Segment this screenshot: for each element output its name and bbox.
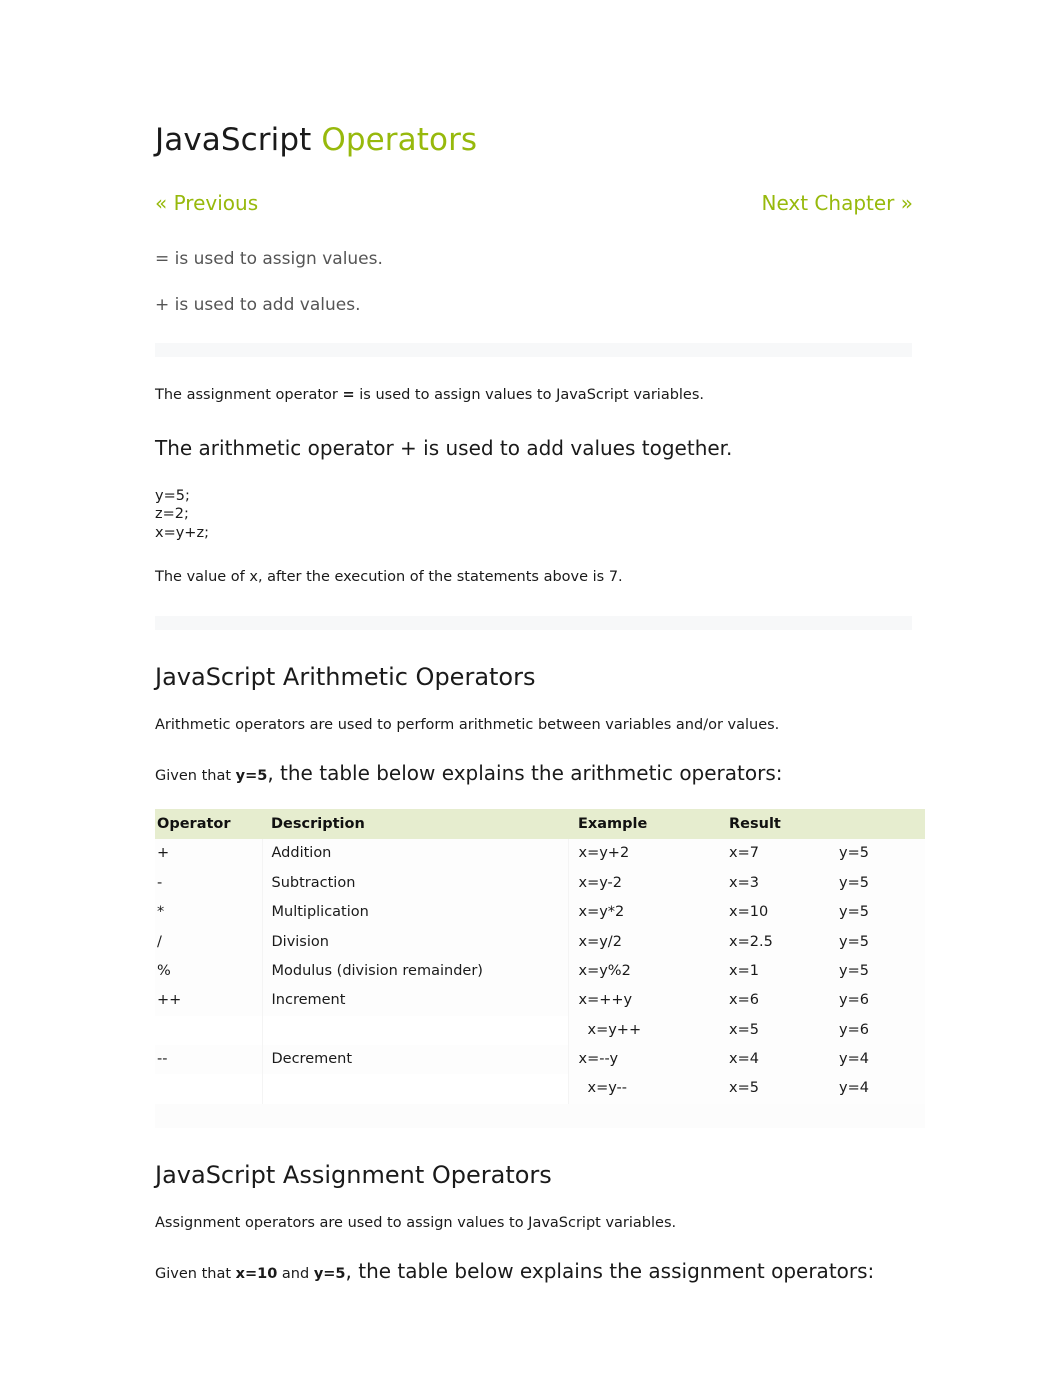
intro-line-assign: = is used to assign values. [155, 249, 383, 270]
cell-description: Subtraction [262, 868, 569, 899]
cell-example: x=y++ [568, 1015, 720, 1046]
cell-operator: * [155, 898, 263, 928]
table-row: / Division x=y/2 x=2.5 y=5 [155, 927, 925, 957]
cell-result: x=10 [720, 898, 830, 928]
cell-operator [155, 1015, 263, 1046]
table-row: x=y-- x=5 y=4 [155, 1074, 925, 1104]
code-sample: y=5; z=2; x=y+z; [155, 488, 209, 541]
assignment-section-lead: Assignment operators are used to assign … [155, 1214, 677, 1231]
assignment-given-conjunction: and [277, 1265, 314, 1282]
arithmetic-given-value: y=5 [235, 768, 268, 785]
column-header-result-extra [830, 809, 925, 840]
cell-result-extra: y=4 [830, 1074, 925, 1104]
next-chapter-link[interactable]: Next Chapter » [761, 188, 913, 218]
cell-description: Addition [262, 839, 569, 869]
document-content: JavaScript Operators « Previous Next Cha… [155, 0, 925, 1285]
cell-description: Modulus (division remainder) [262, 956, 569, 987]
cell-result: x=4 [720, 1045, 830, 1075]
cell-description [262, 1015, 569, 1046]
cell-operator: + [155, 839, 263, 869]
table-header-row: Operator Description Example Result [155, 809, 925, 840]
cell-result-extra: y=4 [830, 1045, 925, 1075]
table-head: Operator Description Example Result [155, 809, 925, 840]
code-result-note: The value of x, after the execution of t… [155, 569, 623, 586]
cell-example: x=y-2 [568, 868, 720, 899]
table-row: -- Decrement x=--y x=4 y=4 [155, 1045, 925, 1075]
cell-operator: ++ [155, 986, 263, 1016]
arithmetic-section-lead: Arithmetic operators are used to perform… [155, 717, 780, 734]
table-row: ++ Increment x=++y x=6 y=6 [155, 986, 925, 1016]
cell-description: Multiplication [262, 898, 569, 928]
assignment-intro-symbol: = [342, 387, 355, 404]
assignment-given-value-y: y=5 [313, 1265, 346, 1282]
column-header-example: Example [568, 809, 720, 840]
cell-result-extra: y=5 [830, 898, 925, 928]
cell-result-extra: y=5 [830, 927, 925, 957]
cell-result: x=2.5 [720, 927, 830, 957]
cell-result: x=5 [720, 1074, 830, 1104]
cell-description [262, 1074, 569, 1104]
table-row: * Multiplication x=y*2 x=10 y=5 [155, 898, 925, 928]
cell-example: x=y+2 [568, 839, 720, 869]
assignment-intro-before: The assignment operator [155, 387, 343, 404]
page-title-accent: Operators [321, 122, 478, 158]
cell-example: x=y%2 [568, 956, 720, 987]
column-header-description: Description [262, 809, 568, 840]
cell-description: Increment [262, 986, 569, 1016]
cell-result: x=7 [720, 839, 830, 869]
previous-chapter-link[interactable]: « Previous [155, 188, 258, 218]
cell-operator [155, 1074, 263, 1104]
table-row: x=y++ x=5 y=6 [155, 1015, 925, 1046]
section-divider-band-1 [155, 343, 912, 358]
arithmetic-operator-subheading: The arithmetic operator + is used to add… [155, 436, 733, 461]
arithmetic-operators-table: Operator Description Example Result + Add… [155, 809, 926, 1104]
cell-example: x=y/2 [568, 927, 720, 957]
assignment-intro-after: is used to assign values to JavaScript v… [354, 387, 705, 404]
arithmetic-given-prefix: Given that [155, 768, 236, 785]
assignment-given-value-x: x=10 [235, 1265, 278, 1282]
cell-result-extra: y=5 [830, 839, 925, 869]
cell-result-extra: y=6 [830, 986, 925, 1016]
cell-example: x=--y [568, 1045, 720, 1075]
table-row: + Addition x=y+2 x=7 y=5 [155, 839, 925, 869]
cell-result: x=1 [720, 956, 830, 987]
table-body: + Addition x=y+2 x=7 y=5- Subtraction x=y-2 x=3… [155, 839, 925, 1104]
cell-description: Division [262, 927, 569, 957]
intro-line-add: + is used to add values. [155, 295, 361, 316]
cell-operator: - [155, 868, 263, 899]
assignment-given-line: Given that x=10 and y=5, the table below… [155, 1258, 912, 1285]
table-row: - Subtraction x=y-2 x=3 y=5 [155, 868, 925, 899]
column-header-result: Result [720, 809, 830, 840]
cell-result-extra: y=5 [830, 956, 925, 987]
assignment-section-heading: JavaScript Assignment Operators [155, 1160, 552, 1189]
cell-operator: % [155, 956, 263, 987]
cell-description: Decrement [262, 1045, 569, 1075]
arithmetic-given-suffix: , the table below explains the arithmeti… [267, 761, 783, 786]
cell-result: x=6 [720, 986, 830, 1016]
table-row: % Modulus (division remainder) x=y%2 x=1 y=5 [155, 956, 925, 987]
cell-result: x=5 [720, 1015, 830, 1046]
arithmetic-section-heading: JavaScript Arithmetic Operators [155, 663, 536, 692]
cell-example: x=++y [568, 986, 720, 1016]
cell-example: x=y*2 [568, 898, 720, 928]
table-footer-spacer [155, 1103, 925, 1128]
cell-result-extra: y=5 [830, 868, 925, 899]
page-title: JavaScript Operators [155, 0, 912, 159]
page-title-primary: JavaScript [155, 122, 322, 158]
chapter-navigation: « Previous Next Chapter » [155, 188, 913, 218]
cell-operator: / [155, 927, 263, 957]
assignment-given-suffix: , the table below explains the assignmen… [345, 1258, 875, 1283]
arithmetic-operators-table-wrapper: Operator Description Example Result + Add… [155, 809, 925, 1128]
cell-operator: -- [155, 1045, 263, 1075]
section-divider-band-2 [155, 616, 912, 631]
cell-example: x=y-- [568, 1074, 720, 1104]
document-page: JavaScript Operators « Previous Next Cha… [0, 0, 1062, 1377]
cell-result-extra: y=6 [830, 1015, 925, 1046]
assignment-operator-intro: The assignment operator = is used to ass… [155, 385, 912, 406]
cell-result: x=3 [720, 868, 830, 899]
arithmetic-given-line: Given that y=5, the table below explains… [155, 760, 912, 787]
column-header-operator: Operator [155, 809, 262, 840]
assignment-given-prefix: Given that [155, 1265, 236, 1282]
